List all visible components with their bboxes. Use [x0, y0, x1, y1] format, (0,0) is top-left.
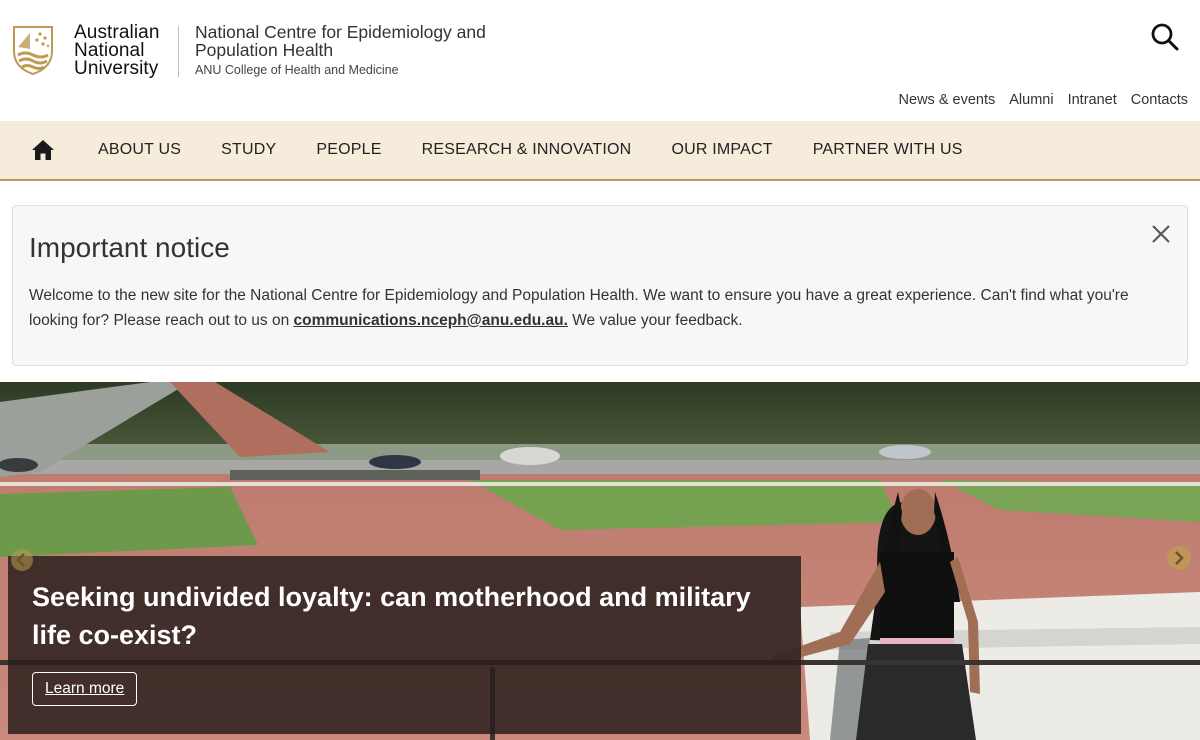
- notice-text: We value your feedback.: [567, 312, 743, 329]
- nav-item-people[interactable]: PEOPLE: [316, 141, 381, 159]
- hero-caption-title[interactable]: Seeking undivided loyalty: can motherhoo…: [32, 578, 772, 654]
- utility-link-news-events[interactable]: News & events: [899, 92, 996, 108]
- home-icon[interactable]: [31, 139, 55, 161]
- learn-more-button[interactable]: Learn more: [32, 672, 138, 706]
- nav-item-partner-with-us[interactable]: PARTNER WITH US: [813, 141, 963, 159]
- nav-item-study[interactable]: STUDY: [221, 141, 276, 159]
- nav-item-about-us[interactable]: ABOUT US: [98, 141, 181, 159]
- site-header: Australian National University National …: [0, 0, 1200, 121]
- search-icon[interactable]: [1150, 22, 1180, 52]
- header-divider: [178, 26, 179, 77]
- notice-body: Welcome to the new site for the National…: [29, 283, 1149, 333]
- nav-item-our-impact[interactable]: OUR IMPACT: [671, 141, 772, 159]
- hero-carousel: Seeking undivided loyalty: can motherhoo…: [0, 382, 1200, 740]
- college-name[interactable]: ANU College of Health and Medicine: [195, 63, 399, 77]
- anu-crest-logo[interactable]: [12, 25, 54, 75]
- university-name-line: University: [74, 58, 159, 79]
- notice-title: Important notice: [29, 232, 230, 263]
- utility-nav: News & events Alumni Intranet Contacts: [899, 92, 1188, 108]
- centre-name[interactable]: National Centre for Epidemiology and Pop…: [195, 23, 515, 59]
- important-notice: Important notice Welcome to the new site…: [12, 205, 1188, 366]
- nav-items: ABOUT US STUDY PEOPLE RESEARCH & INNOVAT…: [98, 121, 1003, 179]
- utility-link-contacts[interactable]: Contacts: [1131, 92, 1188, 108]
- close-icon[interactable]: [1151, 224, 1171, 244]
- chevron-left-icon[interactable]: [10, 548, 34, 572]
- main-navigation: ABOUT US STUDY PEOPLE RESEARCH & INNOVAT…: [0, 121, 1200, 181]
- chevron-right-icon[interactable]: [1166, 545, 1192, 571]
- notice-email-link[interactable]: communications.nceph@anu.edu.au.: [294, 312, 568, 329]
- utility-link-alumni[interactable]: Alumni: [1009, 92, 1053, 108]
- utility-link-intranet[interactable]: Intranet: [1068, 92, 1117, 108]
- university-name[interactable]: Australian National University: [74, 23, 160, 79]
- hero-caption: Seeking undivided loyalty: can motherhoo…: [8, 556, 801, 734]
- nav-item-research-innovation[interactable]: RESEARCH & INNOVATION: [422, 141, 632, 159]
